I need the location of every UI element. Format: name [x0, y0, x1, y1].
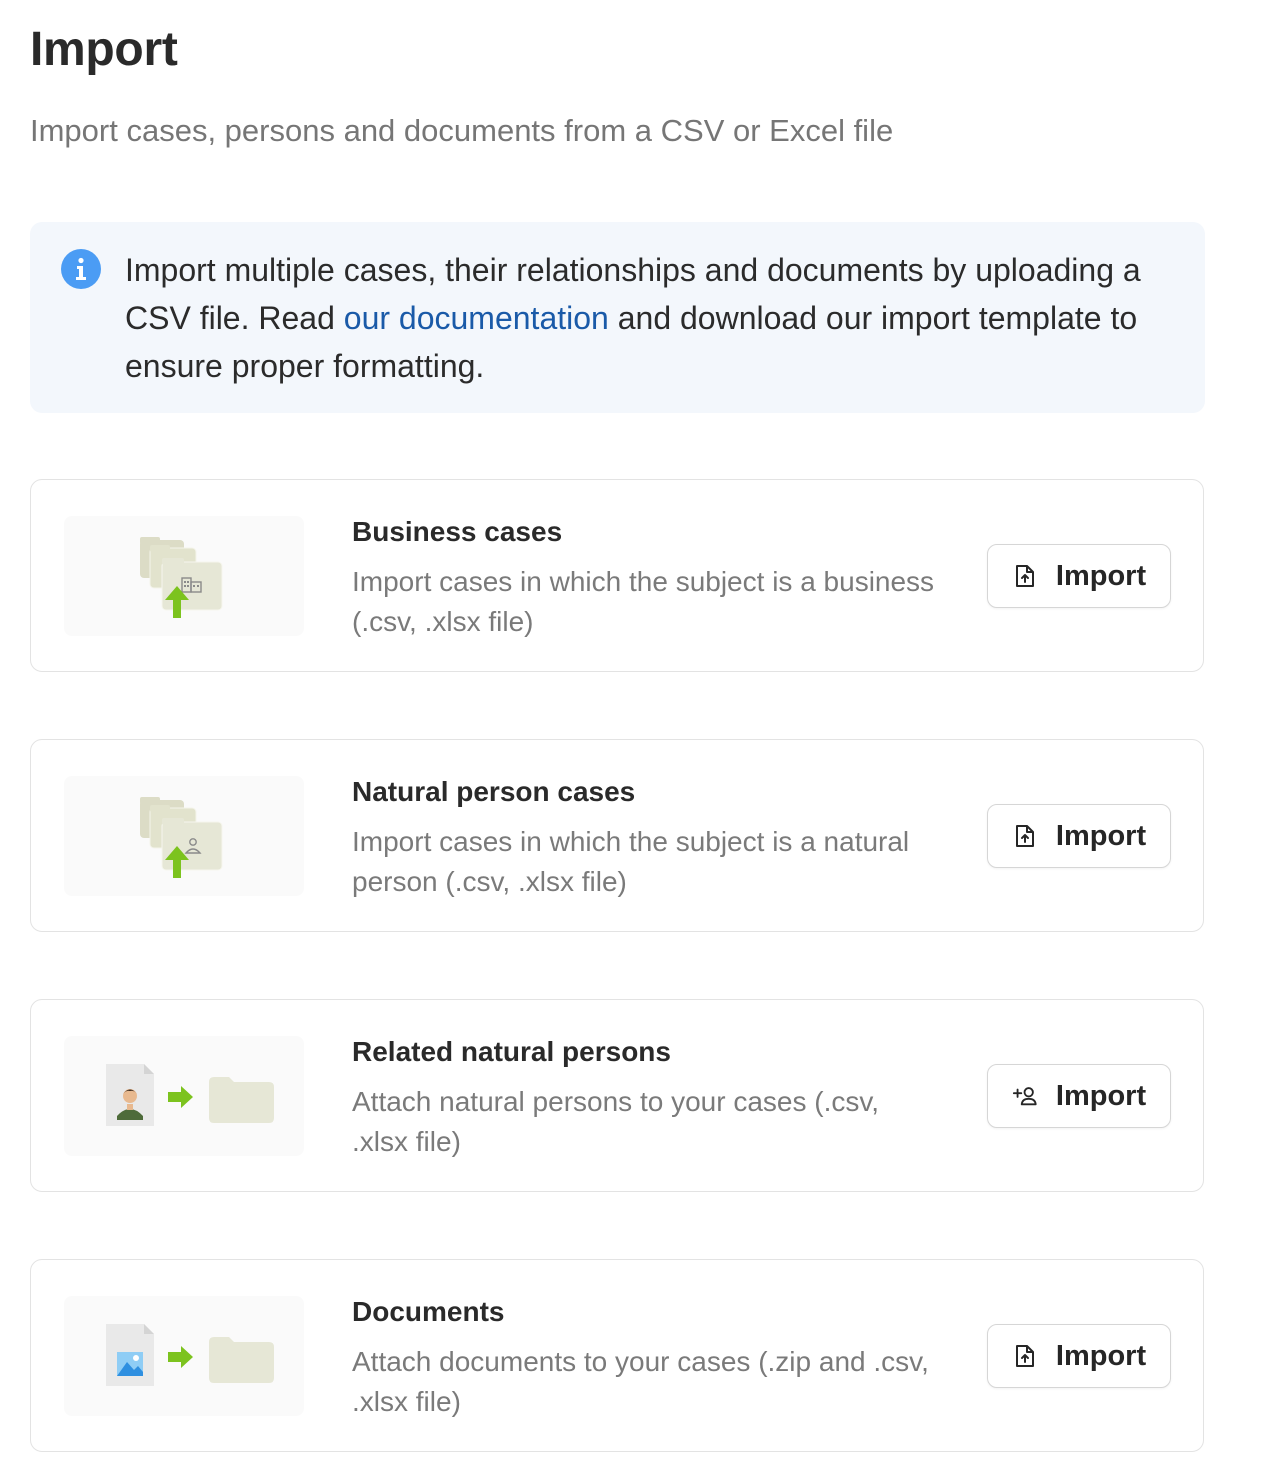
button-label: Import: [1055, 559, 1147, 592]
business-cases-illustration: [64, 516, 304, 636]
card-title: Documents: [352, 1296, 505, 1327]
import-card-natural-person-cases: Natural person cases Import cases in whi…: [30, 739, 1204, 932]
add-person-icon: [1012, 1083, 1038, 1109]
info-text: Import multiple cases, their relationshi…: [125, 246, 1165, 390]
import-natural-person-cases-button[interactable]: Import: [987, 804, 1171, 868]
import-documents-button[interactable]: Import: [987, 1324, 1171, 1388]
card-description: Attach natural persons to your cases (.c…: [352, 1086, 880, 1157]
import-related-natural-persons-button[interactable]: Import: [987, 1064, 1171, 1128]
import-card-documents: Documents Attach documents to your cases…: [30, 1259, 1204, 1452]
import-page: Import Import cases, persons and documen…: [0, 0, 1262, 1480]
documents-illustration: [64, 1296, 304, 1416]
card-title: Natural person cases: [352, 776, 636, 807]
card-title: Related natural persons: [352, 1036, 671, 1067]
button-label: Import: [1055, 819, 1147, 852]
import-card-related-natural-persons: Related natural persons Attach natural p…: [30, 999, 1204, 1192]
page-title: Import: [30, 23, 178, 76]
card-description: Attach documents to your cases (.zip and…: [352, 1346, 929, 1417]
card-title: Business cases: [352, 516, 563, 547]
info-icon: [61, 249, 101, 289]
info-banner: Import multiple cases, their relationshi…: [30, 222, 1205, 413]
documentation-link[interactable]: our documentation: [344, 300, 609, 336]
file-upload-icon: [1012, 823, 1038, 849]
import-card-business-cases: Business cases Import cases in which the…: [30, 479, 1204, 672]
button-label: Import: [1055, 1079, 1147, 1112]
button-label: Import: [1055, 1339, 1147, 1372]
import-business-cases-button[interactable]: Import: [987, 544, 1171, 608]
card-description: Import cases in which the subject is a n…: [352, 826, 910, 897]
file-upload-icon: [1012, 563, 1038, 589]
related-natural-persons-illustration: [64, 1036, 304, 1156]
file-upload-icon: [1012, 1343, 1038, 1369]
card-description: Import cases in which the subject is a b…: [352, 566, 935, 637]
page-subtitle: Import cases, persons and documents from…: [30, 113, 894, 148]
natural-person-cases-illustration: [64, 776, 304, 896]
